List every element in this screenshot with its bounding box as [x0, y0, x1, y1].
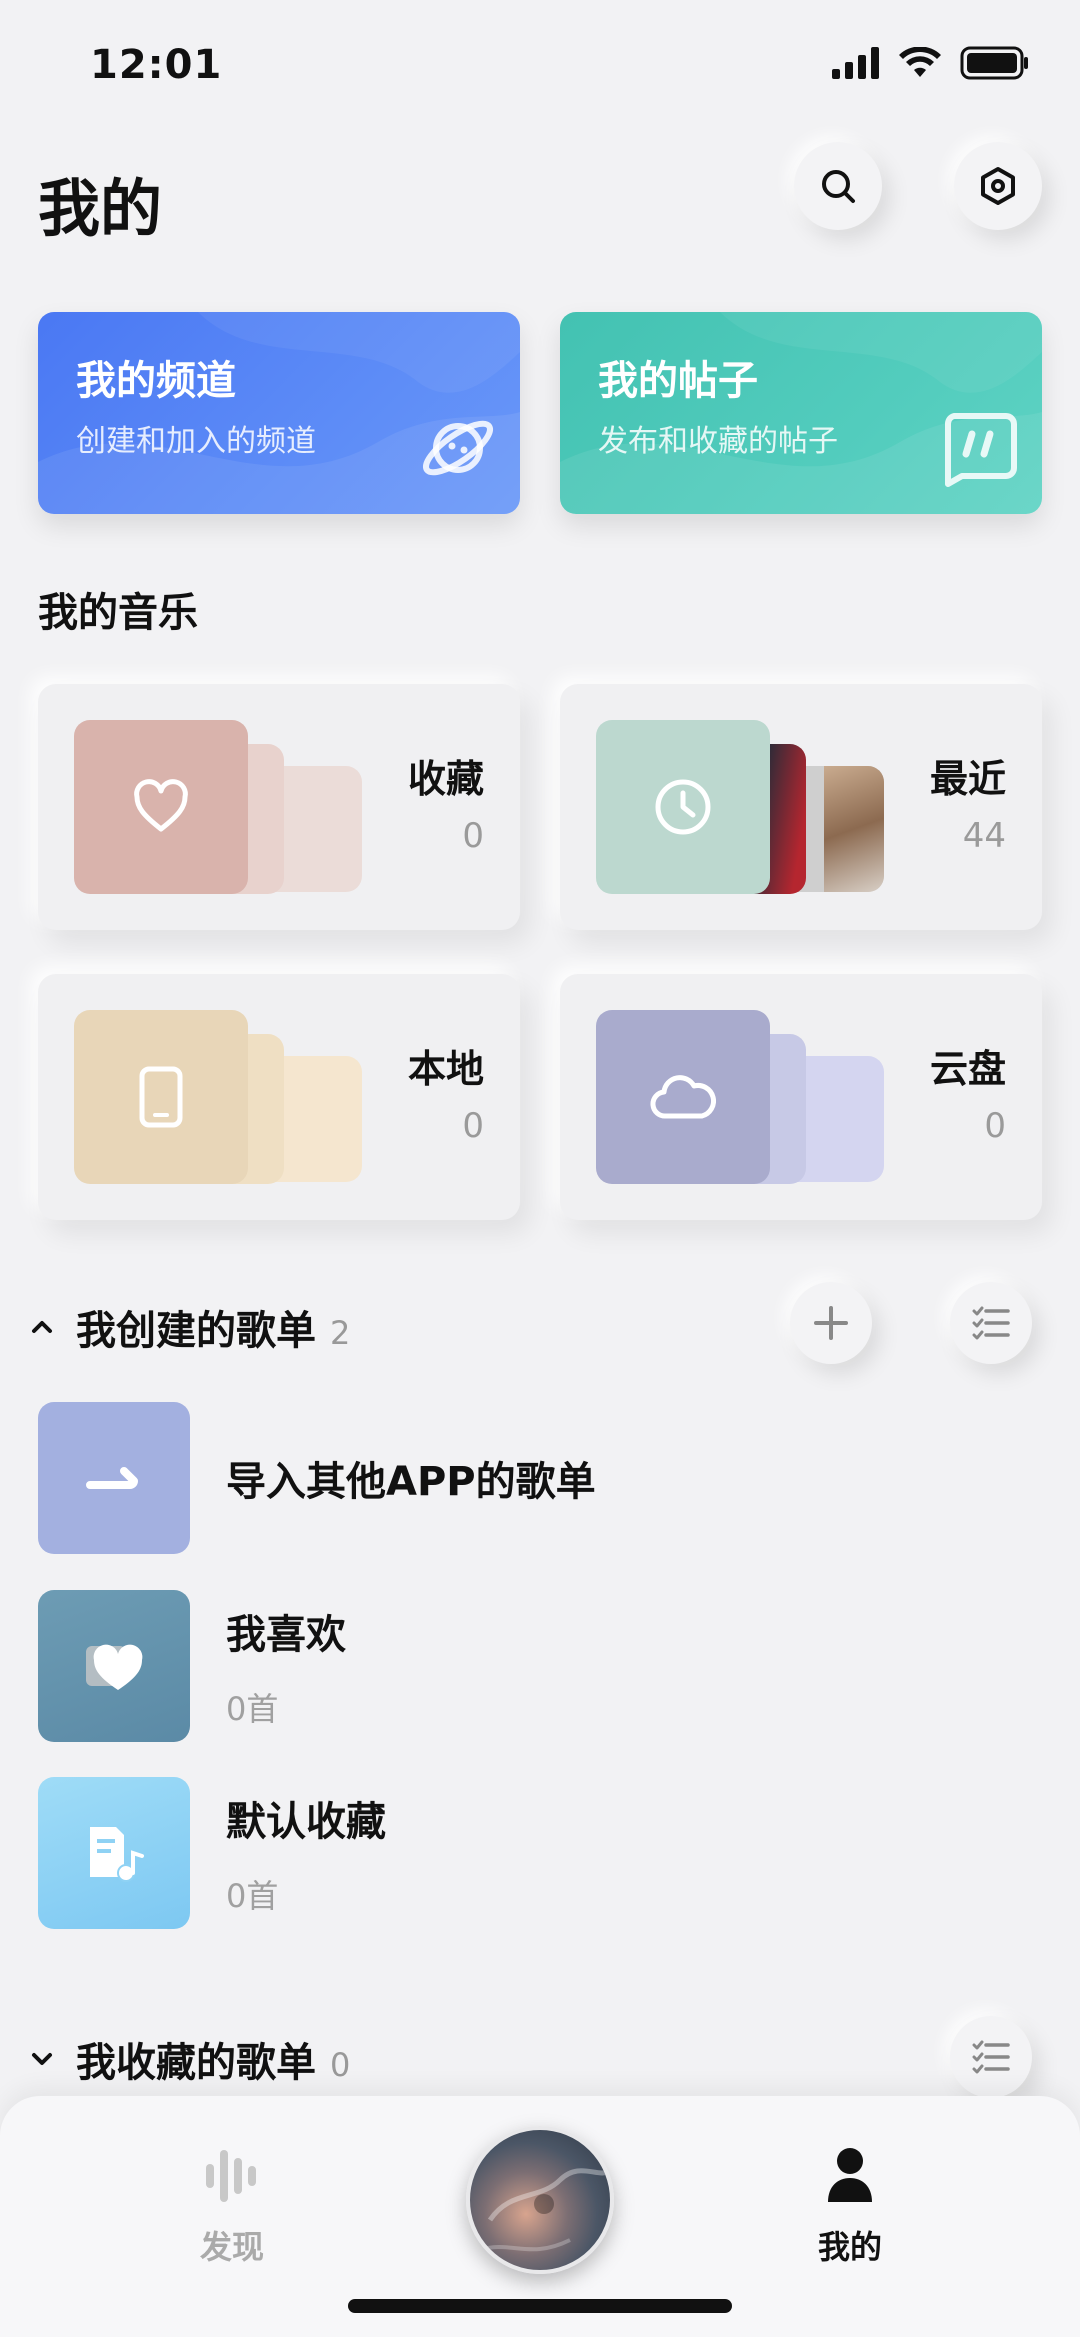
- chevron-up-icon[interactable]: [30, 1317, 54, 1337]
- playlist-row-default[interactable]: 默认收藏 0首: [38, 1777, 386, 1929]
- created-playlists-count: 2: [330, 1314, 351, 1352]
- checklist-icon: [972, 1306, 1010, 1340]
- clock-icon: [655, 779, 711, 835]
- local-label: 本地: [407, 1047, 484, 1091]
- manage-collected-button[interactable]: [950, 2016, 1032, 2098]
- collected-playlists-header[interactable]: 我收藏的歌单 0: [30, 2030, 350, 2088]
- plus-icon: [814, 1306, 848, 1340]
- local-tile[interactable]: 本地 0: [38, 974, 520, 1220]
- user-icon: [828, 2148, 872, 2202]
- chevron-down-icon[interactable]: [30, 2049, 54, 2069]
- sound-wave-icon: [206, 2150, 256, 2202]
- local-count: 0: [462, 1106, 484, 1146]
- phone-icon: [139, 1066, 183, 1128]
- add-playlist-button[interactable]: [790, 1282, 872, 1364]
- search-button[interactable]: [794, 142, 882, 230]
- wifi-icon: [899, 47, 941, 77]
- channel-card-subtitle: 创建和加入的频道: [76, 424, 316, 459]
- music-document-icon: [90, 1827, 144, 1882]
- default-playlist-name: 默认收藏: [226, 1799, 386, 1845]
- now-playing-disc[interactable]: [466, 2126, 614, 2274]
- created-playlists-header[interactable]: 我创建的歌单 2: [30, 1298, 350, 1356]
- liked-playlist-name: 我喜欢: [226, 1612, 346, 1658]
- playlist-row-liked[interactable]: 我喜欢 0首: [38, 1590, 346, 1742]
- recent-tile[interactable]: 最近 44: [560, 684, 1042, 930]
- favorites-label: 收藏: [407, 757, 484, 801]
- checklist-icon: [972, 2040, 1010, 2074]
- battery-icon: [960, 46, 1028, 80]
- liked-playlist-count: 0首: [226, 1690, 279, 1728]
- cloud-count: 0: [984, 1106, 1006, 1146]
- favorites-tile[interactable]: 收藏 0: [38, 684, 520, 930]
- page-title: 我的: [38, 172, 163, 245]
- recent-cover: [596, 720, 770, 894]
- nav-discover-label[interactable]: 发现: [160, 2222, 304, 2268]
- settings-icon: [981, 167, 1015, 205]
- cloud-cover: [596, 1010, 770, 1184]
- liked-playlist-cover: [38, 1590, 190, 1742]
- default-playlist-cover: [38, 1777, 190, 1929]
- heart-icon: [86, 1644, 143, 1690]
- channel-card-title: 我的频道: [76, 358, 236, 404]
- my-channel-card[interactable]: 我的频道 创建和加入的频道: [38, 312, 520, 514]
- heart-icon: [134, 779, 188, 832]
- favorites-cover: [74, 720, 248, 894]
- quote-bubble-icon: [945, 413, 1017, 487]
- recent-label: 最近: [929, 757, 1006, 801]
- planet-icon: [422, 420, 494, 476]
- posts-card-subtitle: 发布和收藏的帖子: [598, 424, 838, 459]
- home-indicator: [348, 2299, 732, 2313]
- nav-mine[interactable]: [826, 2146, 876, 2208]
- nav-mine-label[interactable]: 我的: [778, 2222, 922, 2268]
- import-cover: [38, 1402, 190, 1554]
- collected-playlists-count: 0: [330, 2046, 351, 2084]
- favorites-count: 0: [462, 816, 484, 856]
- my-posts-card[interactable]: 我的帖子 发布和收藏的帖子: [560, 312, 1042, 514]
- import-playlist-row[interactable]: 导入其他APP的歌单: [38, 1402, 596, 1554]
- status-time: 12:01: [90, 42, 223, 88]
- nav-discover[interactable]: [190, 2148, 274, 2208]
- posts-card-title: 我的帖子: [598, 358, 758, 404]
- created-playlists-title: 我创建的歌单: [76, 1308, 316, 1354]
- local-cover: [74, 1010, 248, 1184]
- collected-playlists-title: 我收藏的歌单: [76, 2040, 316, 2086]
- status-icons: [832, 46, 1030, 80]
- recent-count: 44: [962, 816, 1006, 856]
- settings-button[interactable]: [954, 142, 1042, 230]
- cloud-icon: [650, 1075, 716, 1119]
- manage-playlists-button[interactable]: [950, 1282, 1032, 1364]
- default-playlist-count: 0首: [226, 1877, 279, 1915]
- import-playlist-label: 导入其他APP的歌单: [226, 1459, 596, 1505]
- signal-icon: [832, 47, 879, 79]
- my-music-title: 我的音乐: [38, 590, 198, 636]
- import-arrow-icon: [86, 1467, 138, 1489]
- cloud-tile[interactable]: 云盘 0: [560, 974, 1042, 1220]
- search-icon: [822, 170, 855, 203]
- cloud-label: 云盘: [929, 1047, 1006, 1091]
